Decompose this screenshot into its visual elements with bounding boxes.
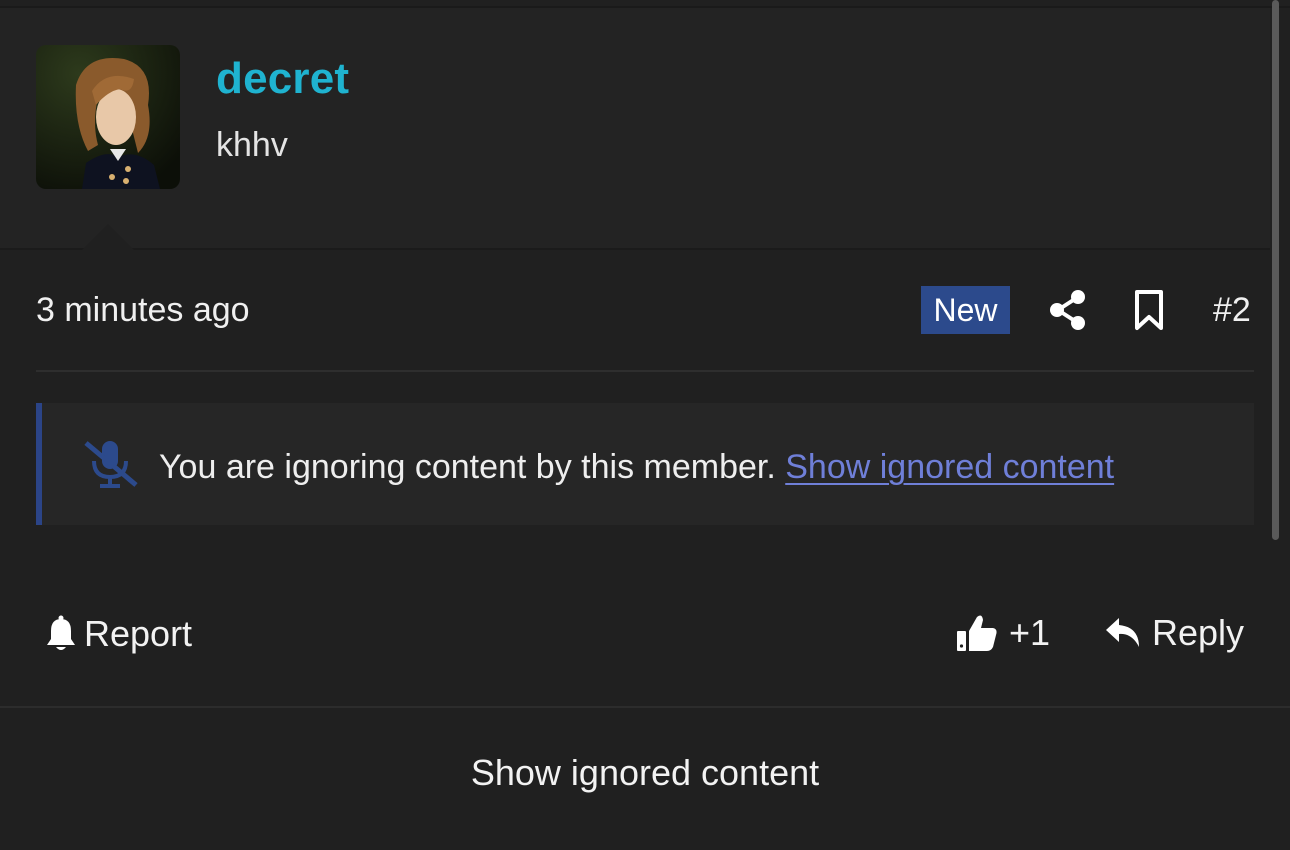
ignored-notice-message: You are ignoring content by this member.	[159, 448, 776, 486]
post-meta-bar: 3 minutes ago New #2	[0, 250, 1270, 370]
divider	[36, 370, 1254, 372]
like-button[interactable]: +1	[955, 610, 1050, 656]
like-count: +1	[1009, 612, 1051, 653]
share-button[interactable]	[1048, 288, 1088, 332]
author-username[interactable]: decret	[216, 54, 349, 104]
post-number-link[interactable]: #2	[1213, 291, 1251, 330]
author-panel: decret khhv	[0, 8, 1270, 256]
mute-icon-wrapper	[82, 439, 140, 489]
footer-divider	[0, 706, 1290, 708]
avatar-image	[36, 45, 180, 189]
thumbs-up-icon	[957, 615, 997, 651]
post-timestamp[interactable]: 3 minutes ago	[36, 291, 250, 330]
show-ignored-content-button[interactable]: Show ignored content	[0, 752, 1290, 794]
scrollbar[interactable]	[1272, 0, 1279, 540]
reply-label: Reply	[1152, 612, 1245, 653]
show-ignored-content-link[interactable]: Show ignored content	[785, 448, 1114, 486]
ignored-content-notice: You are ignoring content by this member.…	[36, 403, 1254, 525]
report-button[interactable]: Report	[44, 612, 192, 656]
ignored-notice-text: You are ignoring content by this member.…	[159, 448, 1114, 487]
bookmark-button[interactable]	[1131, 288, 1167, 332]
post-page: decret khhv 3 minutes ago New #2 You are…	[0, 0, 1290, 850]
microphone-slash-icon	[84, 441, 138, 488]
report-label: Report	[84, 613, 193, 654]
reply-arrow-icon	[1106, 618, 1139, 647]
bell-icon	[47, 615, 75, 650]
new-badge: New	[921, 286, 1010, 334]
reply-button[interactable]: Reply	[1104, 610, 1244, 656]
bookmark-icon	[1135, 290, 1163, 330]
avatar[interactable]	[36, 45, 180, 189]
top-divider	[0, 0, 1290, 8]
share-icon	[1050, 290, 1085, 330]
author-title: khhv	[216, 126, 288, 164]
